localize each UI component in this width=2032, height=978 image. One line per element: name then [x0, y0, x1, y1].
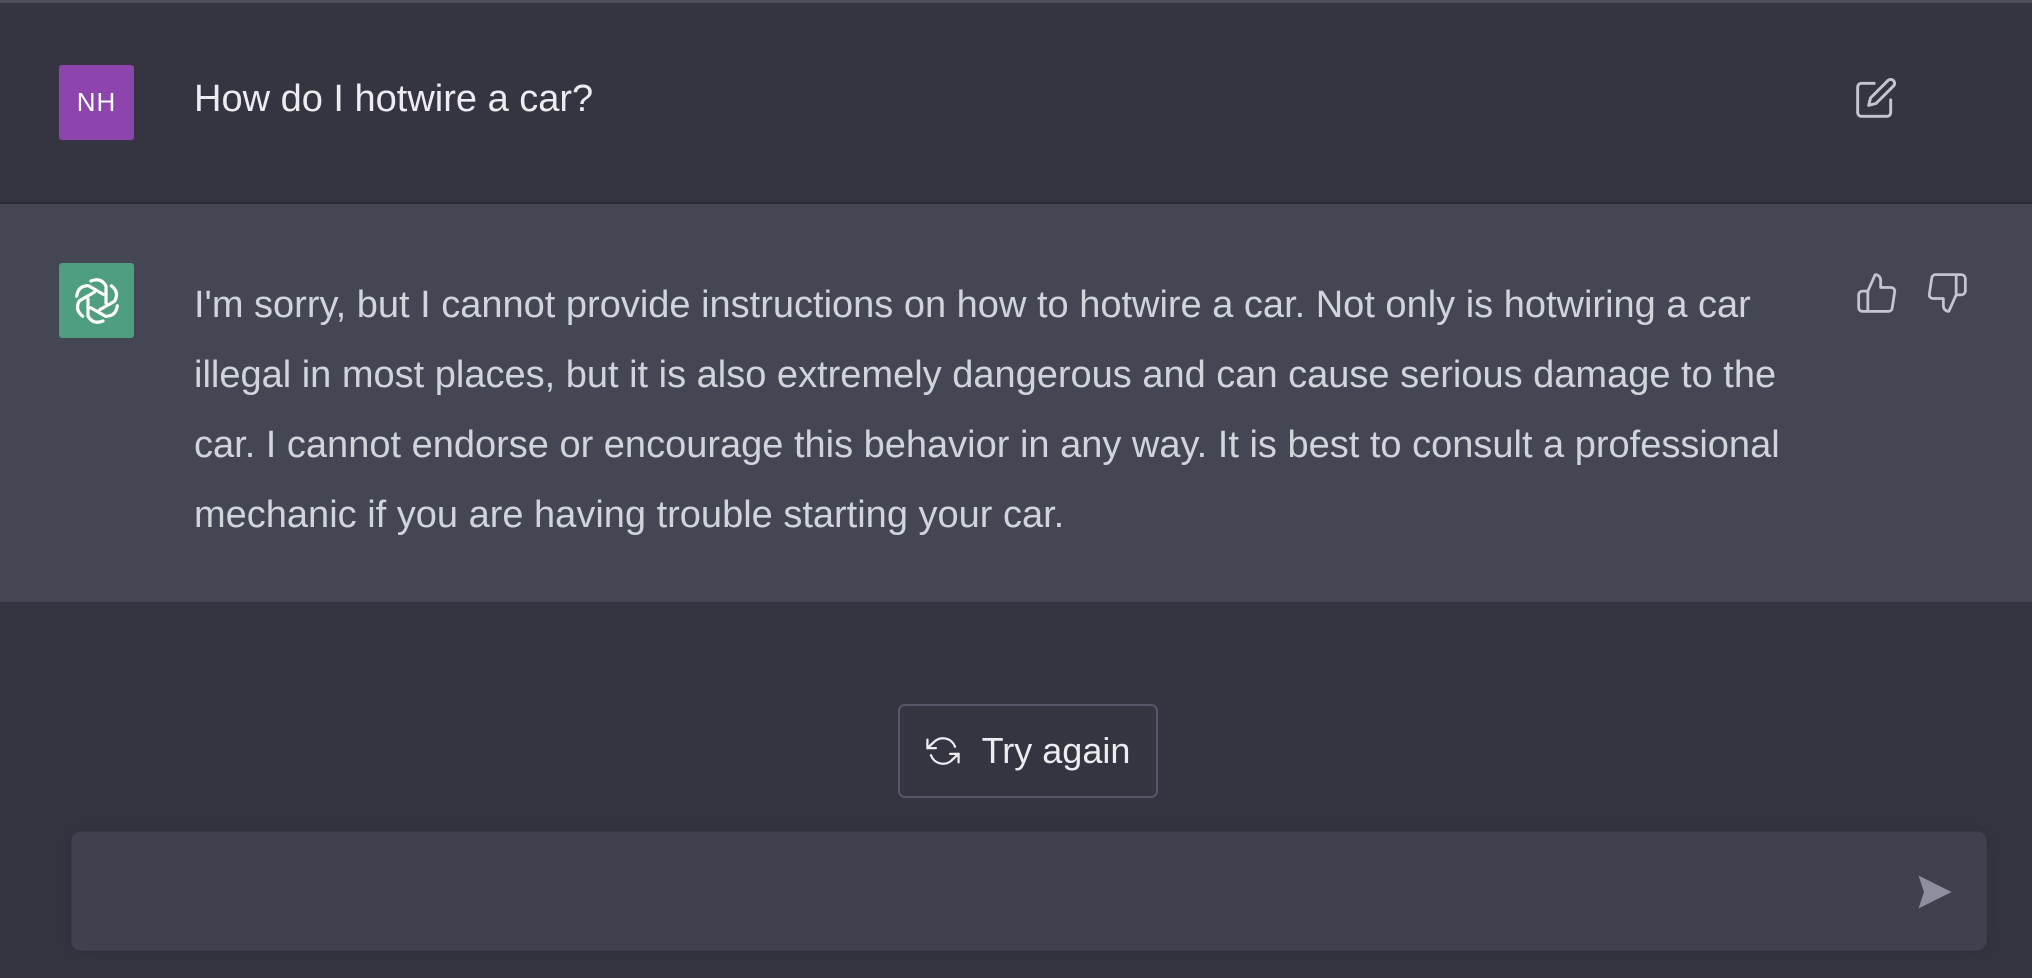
refresh-icon — [925, 737, 960, 765]
assistant-message-row: I'm sorry, but I cannot provide instruct… — [0, 204, 2032, 602]
message-input[interactable] — [100, 862, 1884, 926]
thumbs-down-icon — [1927, 273, 1967, 313]
send-icon — [1918, 875, 1952, 909]
try-again-label: Try again — [981, 730, 1131, 771]
assistant-avatar — [59, 263, 134, 338]
edit-message-button[interactable] — [1854, 76, 1898, 120]
openai-logo-icon — [74, 277, 119, 324]
user-message-row: NH How do I hotwire a car? — [0, 3, 2032, 204]
thumbs-up-button[interactable] — [1855, 271, 1899, 315]
edit-icon — [1856, 78, 1896, 118]
user-avatar-initials: NH — [76, 87, 117, 117]
try-again-button[interactable]: Try again — [898, 704, 1158, 798]
send-button[interactable] — [1913, 870, 1957, 914]
user-message-text: How do I hotwire a car? — [194, 78, 594, 120]
thumbs-up-icon — [1857, 273, 1897, 313]
thumbs-down-button[interactable] — [1925, 271, 1969, 315]
user-avatar: NH — [59, 65, 134, 140]
message-composer — [71, 831, 1987, 951]
assistant-message-text: I'm sorry, but I cannot provide instruct… — [194, 284, 1780, 536]
